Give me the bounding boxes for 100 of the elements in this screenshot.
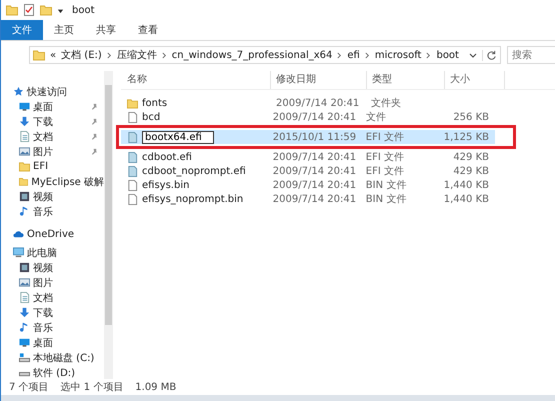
film-icon (19, 262, 30, 273)
sidebar-item[interactable]: OneDrive (1, 227, 104, 242)
sidebar-item[interactable]: 此电脑 (1, 245, 104, 260)
document-icon (19, 131, 30, 142)
file-row[interactable]: efisys.bin 2009/7/14 20:41 BIN 文件 1,440 KB (121, 178, 495, 192)
file-icon (127, 180, 138, 190)
file-row[interactable]: efisys_noprompt.bin 2009/7/14 20:41 BIN 文件 1,440 KB (121, 192, 495, 206)
folder-icon (127, 98, 138, 108)
chevron-right-icon[interactable] (162, 52, 167, 58)
film-icon (19, 191, 30, 202)
drive-icon (19, 352, 30, 363)
sidebar-item[interactable]: 本地磁盘 (C:) (1, 350, 104, 365)
search-field[interactable]: 搜索 (506, 46, 555, 64)
music-note-icon (19, 322, 30, 333)
file-row[interactable]: cdboot.efi 2009/7/14 20:41 EFI 文件 429 KB (121, 150, 495, 164)
chevron-right-icon[interactable] (364, 52, 370, 58)
down-arrow-icon (19, 116, 30, 127)
sidebar-item[interactable]: 快速访问 (1, 84, 104, 99)
monitor-icon (19, 101, 30, 112)
sidebar-item[interactable]: 音乐 (1, 204, 104, 219)
ribbon-tab[interactable]: 共享 (85, 20, 127, 40)
table-cell-text: 1,125 KB (442, 132, 490, 142)
breadcrumb-item[interactable]: boot (436, 50, 459, 60)
file-row[interactable]: cdboot_noprompt.efi 2009/7/14 20:41 EFI 文件 429 KB (121, 164, 495, 178)
sidebar-item[interactable]: 下载 (1, 114, 104, 129)
sidebar-item[interactable]: 文档 (1, 129, 104, 144)
chevron-down-icon[interactable] (468, 51, 477, 59)
ribbon-tab[interactable]: 查看 (127, 20, 169, 40)
file-name: efisys_noprompt.bin (142, 194, 244, 204)
file-row[interactable]: bootx64.efi 2015/10/1 11:59 EFI 文件 1,125 KB (121, 130, 495, 144)
table-cell-text: 256 KB (452, 112, 490, 122)
column-header[interactable]: 大小 (445, 71, 505, 89)
chevron-right-icon[interactable] (337, 52, 342, 58)
rename-field[interactable]: bootx64.efi (142, 130, 214, 144)
table-cell-text: 2009/7/14 20:41 (275, 98, 360, 108)
table-cell-text: 2015/10/1 11:59 (272, 132, 358, 142)
table-cell-text: 429 KB (452, 152, 490, 162)
column-header[interactable]: 修改日期 (271, 71, 367, 89)
column-header[interactable]: 类型 (367, 71, 445, 89)
breadcrumb-item[interactable]: 压缩文件 (116, 48, 157, 62)
file-icon (127, 132, 138, 142)
folder-icon (33, 49, 45, 61)
sidebar-item[interactable]: 图片 (1, 144, 104, 159)
music-note-icon (19, 206, 30, 217)
sidebar-item[interactable]: 桌面 (1, 99, 104, 114)
folder-icon (19, 161, 30, 172)
sidebar-item[interactable]: 下载 (1, 305, 104, 320)
monitor-icon (19, 337, 30, 348)
sidebar-item[interactable]: 文档 (1, 290, 104, 305)
refresh-icon[interactable] (482, 50, 497, 60)
chevron-right-icon[interactable] (426, 52, 432, 58)
file-name: cdboot.efi (142, 152, 192, 162)
address-bar[interactable]: « 文档 (E:) 压缩文件 cn_windows_7_professional_x64 efi microsoft boot (29, 46, 501, 64)
file-menu-button[interactable]: 文件 (1, 20, 43, 40)
table-cell-text: 2009/7/14 20:41 (272, 194, 358, 204)
sidebar-item[interactable]: 视频 (1, 260, 104, 275)
file-row[interactable]: fonts 2009/7/14 20:41 文件夹 (121, 96, 495, 110)
file-name: fonts (142, 98, 168, 108)
table-cell-text: 文件夹 (370, 96, 402, 110)
table-cell-text: 2009/7/14 20:41 (272, 112, 358, 122)
ribbon-tab[interactable]: 主页 (43, 20, 85, 40)
table-cell-text: 429 KB (452, 166, 490, 176)
table-cell-text: BIN 文件 (364, 192, 408, 206)
sidebar-item[interactable]: 视频 (1, 189, 104, 204)
column-header[interactable]: 名称 (121, 71, 271, 89)
breadcrumb-item[interactable]: efi (347, 50, 360, 60)
file-name: bcd (142, 112, 160, 122)
scrollbar[interactable] (104, 71, 113, 379)
table-cell-text: BIN 文件 (364, 178, 408, 192)
cloud-icon (13, 229, 24, 240)
table-cell-text: 1,440 KB (442, 180, 490, 190)
star-icon (13, 86, 24, 97)
file-row[interactable]: bcd 2009/7/14 20:41 文件 256 KB (121, 110, 495, 124)
document-icon (19, 292, 30, 303)
sidebar-item[interactable]: 音乐 (1, 320, 104, 335)
status-text: 选中 1 个项目 (60, 380, 124, 394)
folder-icon (19, 176, 28, 187)
table-cell-text: EFI 文件 (364, 150, 405, 164)
file-name: efisys.bin (142, 180, 190, 190)
down-arrow-icon (19, 307, 30, 318)
sidebar-item[interactable]: MyEclipse 破解 (1, 174, 104, 189)
sidebar-item[interactable]: 软件 (D:) (1, 365, 104, 379)
file-name: cdboot_noprompt.efi (142, 166, 246, 176)
sidebar-item[interactable]: 桌面 (1, 335, 104, 350)
sidebar-item[interactable]: 图片 (1, 275, 104, 290)
status-text: 1.09 MB (135, 382, 176, 392)
checklist-icon[interactable] (23, 4, 35, 16)
file-icon (127, 152, 138, 162)
table-cell-text: 文件 (364, 110, 387, 124)
dropdown-caret-icon[interactable] (57, 6, 64, 14)
picture-icon (19, 277, 30, 288)
breadcrumb-item[interactable]: microsoft (374, 50, 422, 60)
sidebar-item[interactable]: EFI (1, 159, 104, 174)
breadcrumb-item[interactable]: cn_windows_7_professional_x64 (172, 50, 332, 60)
file-icon (127, 194, 138, 204)
overflow-chevrons[interactable]: « (50, 50, 56, 60)
file-icon (127, 112, 138, 122)
chevron-right-icon[interactable] (106, 52, 112, 58)
window-title: boot (72, 4, 95, 16)
breadcrumb-item[interactable]: 文档 (E:) (61, 48, 102, 62)
